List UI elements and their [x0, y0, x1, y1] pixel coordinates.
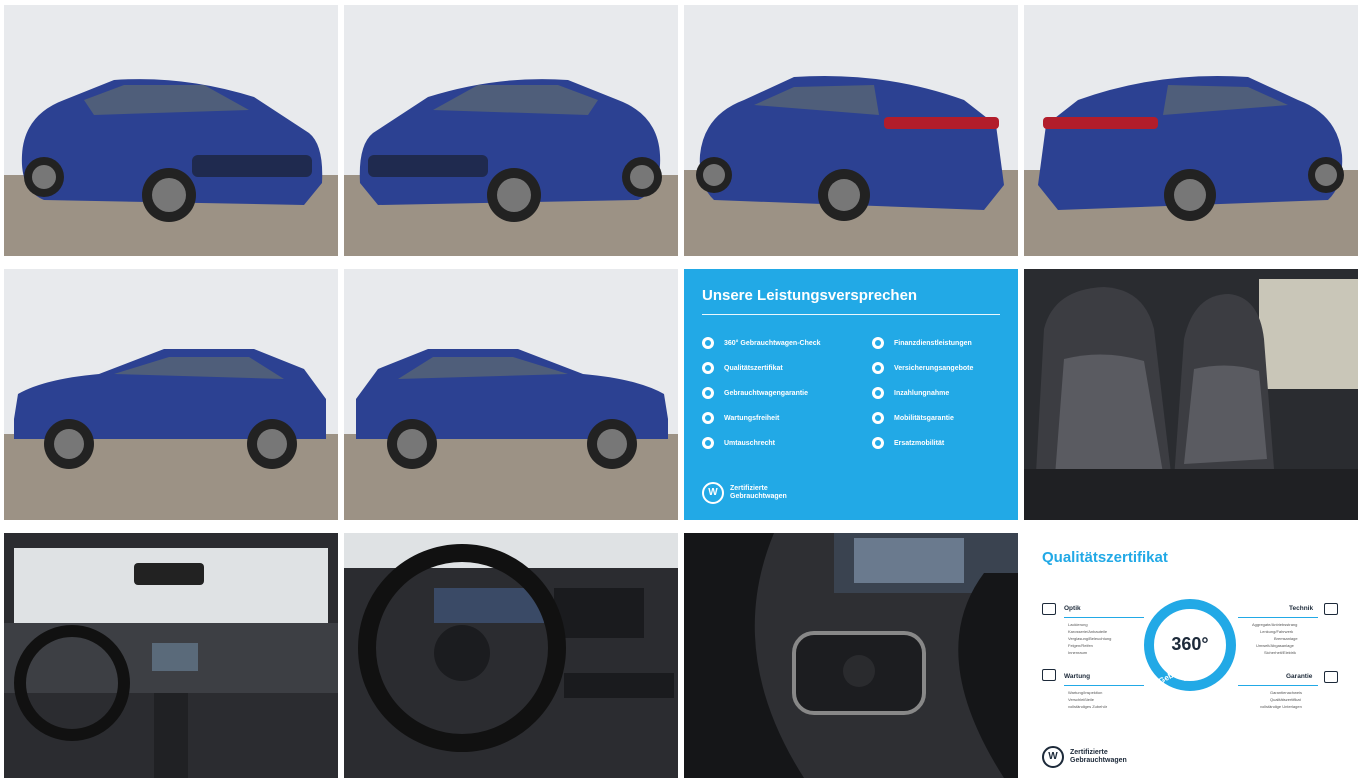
- mobility-icon: [872, 412, 884, 424]
- photo-right-side[interactable]: [344, 269, 678, 520]
- shield-icon: [702, 387, 714, 399]
- wrench-icon: [702, 412, 714, 424]
- services-list-left: 360° Gebrauchtwagen-Check Qualitätszerti…: [702, 335, 821, 460]
- service-item: Wartungsfreiheit: [702, 410, 821, 426]
- car-exterior-icon: [1042, 603, 1056, 615]
- service-item: Finanzdienstleistungen: [872, 335, 973, 351]
- quality-certificate-panel[interactable]: Qualitätszertifikat 360° Gebrauchtwagen-…: [1024, 533, 1358, 778]
- brand-logo: W Zertifizierte Gebrauchtwagen: [702, 482, 787, 504]
- photo-steering-wheel-controls[interactable]: [684, 533, 1018, 778]
- services-title: Unsere Leistungsversprechen: [702, 287, 918, 304]
- vw-logo-icon: W: [702, 482, 724, 504]
- photo-front-left[interactable]: [4, 5, 338, 256]
- insurance-icon: [872, 362, 884, 374]
- photo-dashboard[interactable]: [4, 533, 338, 778]
- services-list-right: Finanzdienstleistungen Versicherungsange…: [872, 335, 973, 460]
- service-item: Gebrauchtwagengarantie: [702, 385, 821, 401]
- services-info-panel[interactable]: Unsere Leistungsversprechen 360° Gebrauc…: [684, 269, 1018, 520]
- engine-icon: [1324, 603, 1338, 615]
- certificate-icon: [702, 362, 714, 374]
- check-icon: [702, 337, 714, 349]
- service-item: Ersatzmobilität: [872, 435, 973, 451]
- trade-in-icon: [872, 387, 884, 399]
- photo-front-right[interactable]: [344, 5, 678, 256]
- services-divider: [702, 314, 1000, 315]
- service-item: Versicherungsangebote: [872, 360, 973, 376]
- car-icon: [872, 437, 884, 449]
- service-item: Mobilitätsgarantie: [872, 410, 973, 426]
- finance-icon: [872, 337, 884, 349]
- photo-left-side[interactable]: [4, 269, 338, 520]
- service-item: Qualitätszertifikat: [702, 360, 821, 376]
- brand-logo: W Zertifizierte Gebrauchtwagen: [1042, 746, 1127, 768]
- service-item: Umtauschrecht: [702, 435, 821, 451]
- service-item: Inzahlungnahme: [872, 385, 973, 401]
- vw-logo-icon: W: [1042, 746, 1064, 768]
- exchange-icon: [702, 437, 714, 449]
- photo-cockpit[interactable]: [344, 533, 678, 778]
- photo-rear-left[interactable]: [684, 5, 1018, 256]
- service-item: 360° Gebrauchtwagen-Check: [702, 335, 821, 351]
- certificate-title: Qualitätszertifikat: [1042, 549, 1168, 566]
- shield-check-icon: [1324, 671, 1338, 683]
- wrench-icon: [1042, 669, 1056, 681]
- photo-front-seats[interactable]: [1024, 269, 1358, 520]
- photo-rear-right[interactable]: [1024, 5, 1358, 256]
- photo-gallery: Unsere Leistungsversprechen 360° Gebrauc…: [0, 0, 1365, 778]
